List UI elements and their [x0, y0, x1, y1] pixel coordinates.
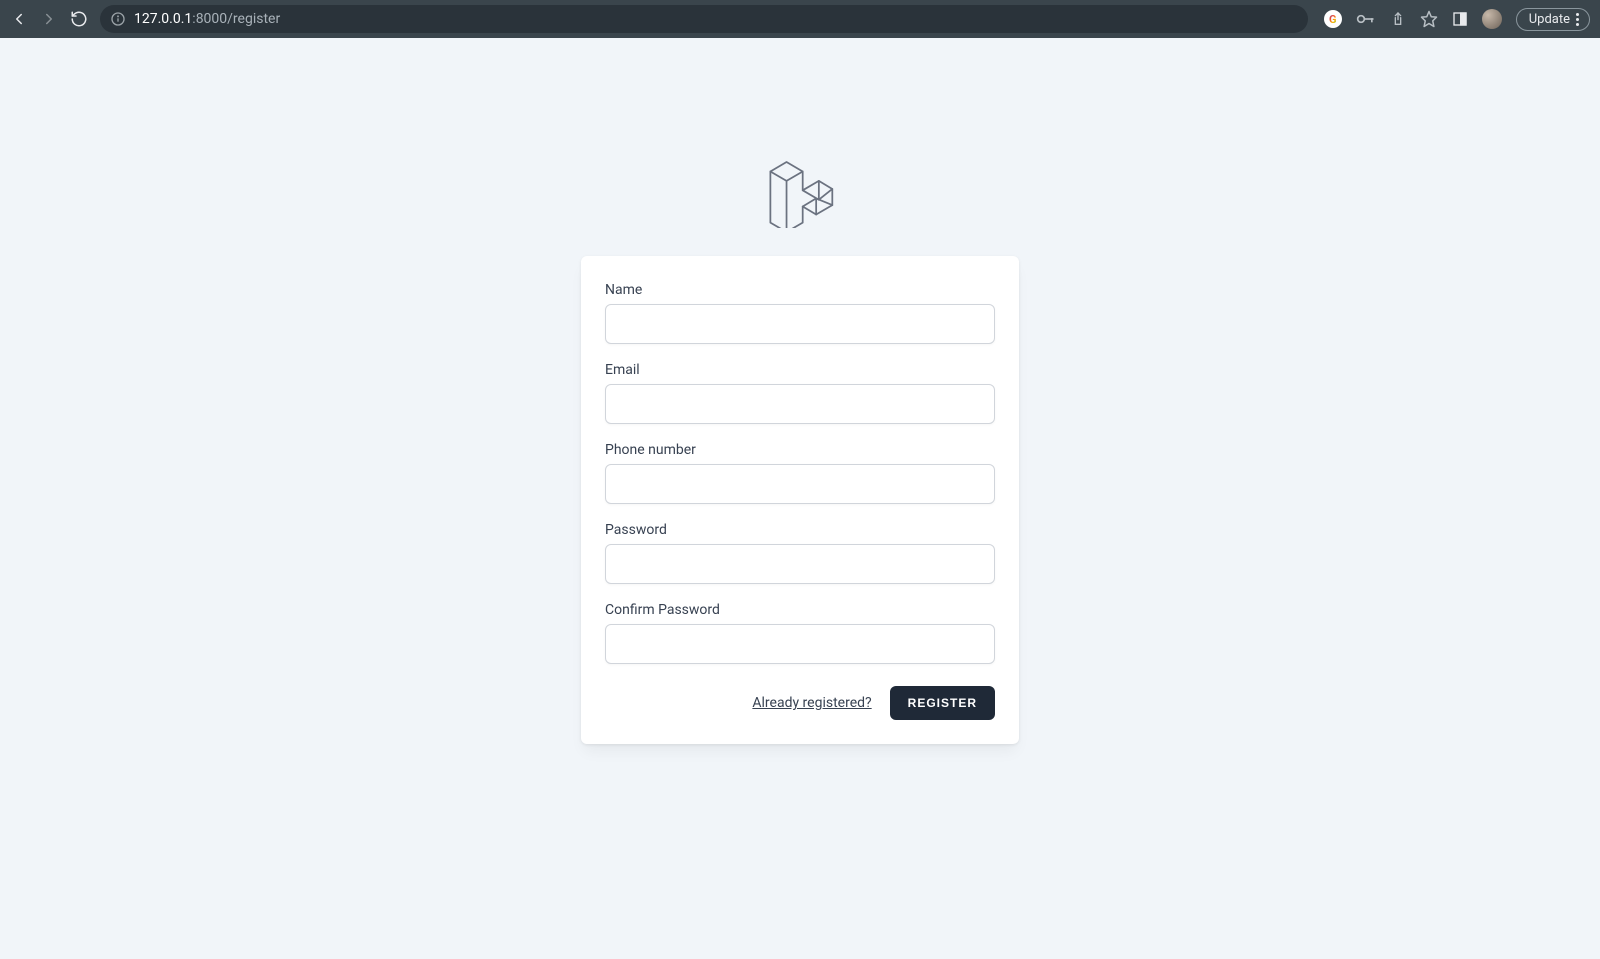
email-input[interactable]	[605, 384, 995, 424]
name-field: Name	[605, 282, 995, 344]
nav-buttons	[10, 10, 88, 28]
kebab-icon	[1576, 13, 1579, 26]
star-icon[interactable]	[1420, 10, 1438, 28]
confirm-field: Confirm Password	[605, 602, 995, 664]
profile-avatar[interactable]	[1482, 9, 1502, 29]
forward-button[interactable]	[40, 10, 58, 28]
google-icon[interactable]: G	[1324, 10, 1342, 28]
confirm-input[interactable]	[605, 624, 995, 664]
back-button[interactable]	[10, 10, 28, 28]
name-label: Name	[605, 282, 995, 298]
password-input[interactable]	[605, 544, 995, 584]
browser-chrome: 127.0.0.1:8000/register G Update	[0, 0, 1600, 38]
update-button[interactable]: Update	[1516, 8, 1590, 31]
confirm-label: Confirm Password	[605, 602, 995, 618]
address-bar[interactable]: 127.0.0.1:8000/register	[100, 5, 1308, 33]
already-registered-link[interactable]: Already registered?	[752, 695, 871, 711]
share-icon[interactable]	[1390, 10, 1406, 28]
info-icon	[110, 11, 126, 27]
password-label: Password	[605, 522, 995, 538]
url-path: :8000/register	[192, 11, 280, 27]
url-text: 127.0.0.1:8000/register	[134, 11, 280, 27]
page-content: Name Email Phone number Password Confirm…	[0, 38, 1600, 959]
phone-field: Phone number	[605, 442, 995, 504]
form-actions: Already registered? REGISTER	[605, 686, 995, 720]
update-label: Update	[1529, 12, 1570, 27]
url-host: 127.0.0.1	[134, 11, 192, 27]
key-icon[interactable]	[1356, 11, 1376, 27]
reload-button[interactable]	[70, 10, 88, 28]
register-card: Name Email Phone number Password Confirm…	[581, 256, 1019, 744]
email-field: Email	[605, 362, 995, 424]
panel-icon[interactable]	[1452, 11, 1468, 27]
phone-input[interactable]	[605, 464, 995, 504]
password-field: Password	[605, 522, 995, 584]
name-input[interactable]	[605, 304, 995, 344]
chrome-right-icons: G Update	[1324, 8, 1590, 31]
email-label: Email	[605, 362, 995, 378]
phone-label: Phone number	[605, 442, 995, 458]
laravel-logo	[765, 158, 835, 228]
register-button[interactable]: REGISTER	[890, 686, 995, 720]
